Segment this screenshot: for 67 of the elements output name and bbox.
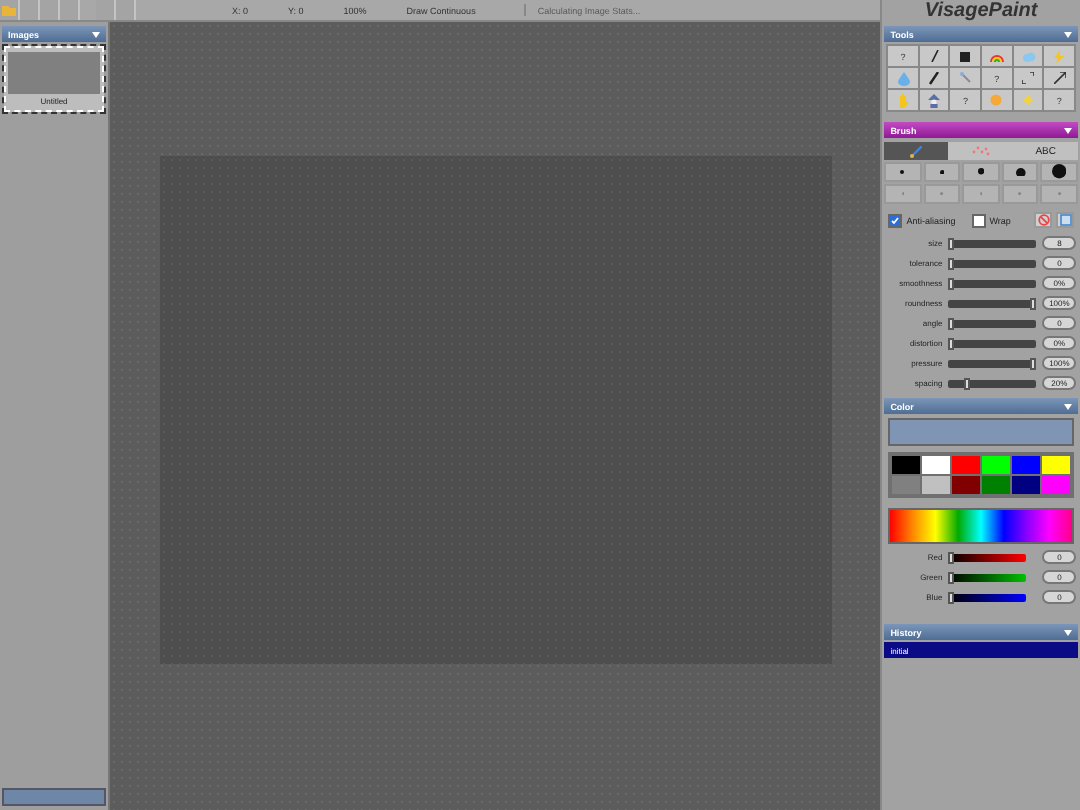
color-swatch[interactable] — [952, 476, 981, 494]
copy-button[interactable] — [1056, 212, 1074, 228]
line-icon — [929, 50, 940, 62]
brush-size-button[interactable] — [1040, 162, 1078, 182]
color-swatch[interactable] — [982, 476, 1011, 494]
slider-handle[interactable] — [948, 551, 955, 563]
sun-icon — [990, 94, 1003, 106]
slider-handle[interactable] — [948, 257, 955, 269]
lightning-icon — [1054, 49, 1065, 63]
dropdown-icon[interactable] — [1064, 403, 1072, 409]
brush-icon — [928, 71, 941, 85]
color-swatch[interactable] — [1042, 476, 1070, 494]
spray-icon — [972, 146, 991, 156]
slider-handle[interactable] — [948, 571, 955, 583]
checkbox[interactable] — [888, 213, 903, 227]
slider-handle[interactable] — [948, 591, 955, 603]
resize-icon — [1022, 72, 1035, 84]
brush-tab[interactable] — [884, 142, 949, 160]
slider-handle[interactable] — [1030, 297, 1037, 309]
sparkle-icon — [1022, 94, 1035, 106]
slider-handle[interactable] — [948, 317, 955, 329]
app-title: VisagePaint — [922, 0, 1040, 22]
color-swatch[interactable] — [1042, 456, 1070, 474]
figure-icon — [928, 93, 941, 107]
checkbox[interactable] — [971, 213, 986, 227]
color-swatch[interactable] — [952, 456, 981, 474]
dot-icon — [1052, 164, 1067, 180]
arrow-icon — [1053, 72, 1066, 84]
tool-button[interactable] — [919, 68, 949, 88]
color-swatch[interactable] — [892, 476, 921, 494]
color-spectrum[interactable] — [888, 508, 1074, 544]
status-bar — [2, 788, 106, 806]
tool-button[interactable] — [950, 46, 981, 66]
slider-handle[interactable] — [964, 377, 971, 389]
tool-button[interactable] — [1013, 68, 1043, 88]
dot-icon — [939, 169, 945, 175]
color-swatch[interactable] — [1012, 456, 1041, 474]
cloud-icon — [1021, 51, 1036, 61]
dot-icon — [1015, 167, 1026, 177]
rainbow-icon — [989, 51, 1004, 61]
color-swatch[interactable] — [922, 456, 951, 474]
prohibited-icon — [1037, 214, 1049, 226]
color-swatch[interactable] — [922, 476, 951, 494]
clear-button[interactable] — [1034, 212, 1052, 228]
dot-icon — [978, 168, 985, 176]
color-swatch[interactable] — [1012, 476, 1041, 494]
dropdown-icon[interactable] — [1064, 31, 1072, 37]
window-icon — [1059, 214, 1071, 226]
color-swatch[interactable] — [982, 456, 1011, 474]
slider-handle[interactable] — [948, 277, 955, 289]
dropdown-icon[interactable] — [1064, 127, 1072, 133]
brush-size-button[interactable] — [1001, 162, 1039, 182]
slider-handle[interactable] — [1030, 357, 1037, 369]
brush-size-button[interactable] — [962, 162, 1000, 182]
folder-icon — [2, 4, 16, 16]
wand-icon — [959, 72, 972, 84]
hand-icon — [897, 93, 909, 107]
slider-handle[interactable] — [948, 237, 955, 249]
slider-handle[interactable] — [948, 337, 955, 349]
brush-icon — [910, 145, 923, 157]
dropdown-icon[interactable] — [1064, 629, 1072, 635]
square-icon — [960, 51, 971, 61]
tool-button[interactable] — [1044, 68, 1074, 88]
color-swatch[interactable] — [892, 456, 921, 474]
drop-icon — [897, 71, 909, 85]
tool-button[interactable] — [919, 90, 949, 110]
dropdown-icon[interactable] — [92, 31, 100, 37]
